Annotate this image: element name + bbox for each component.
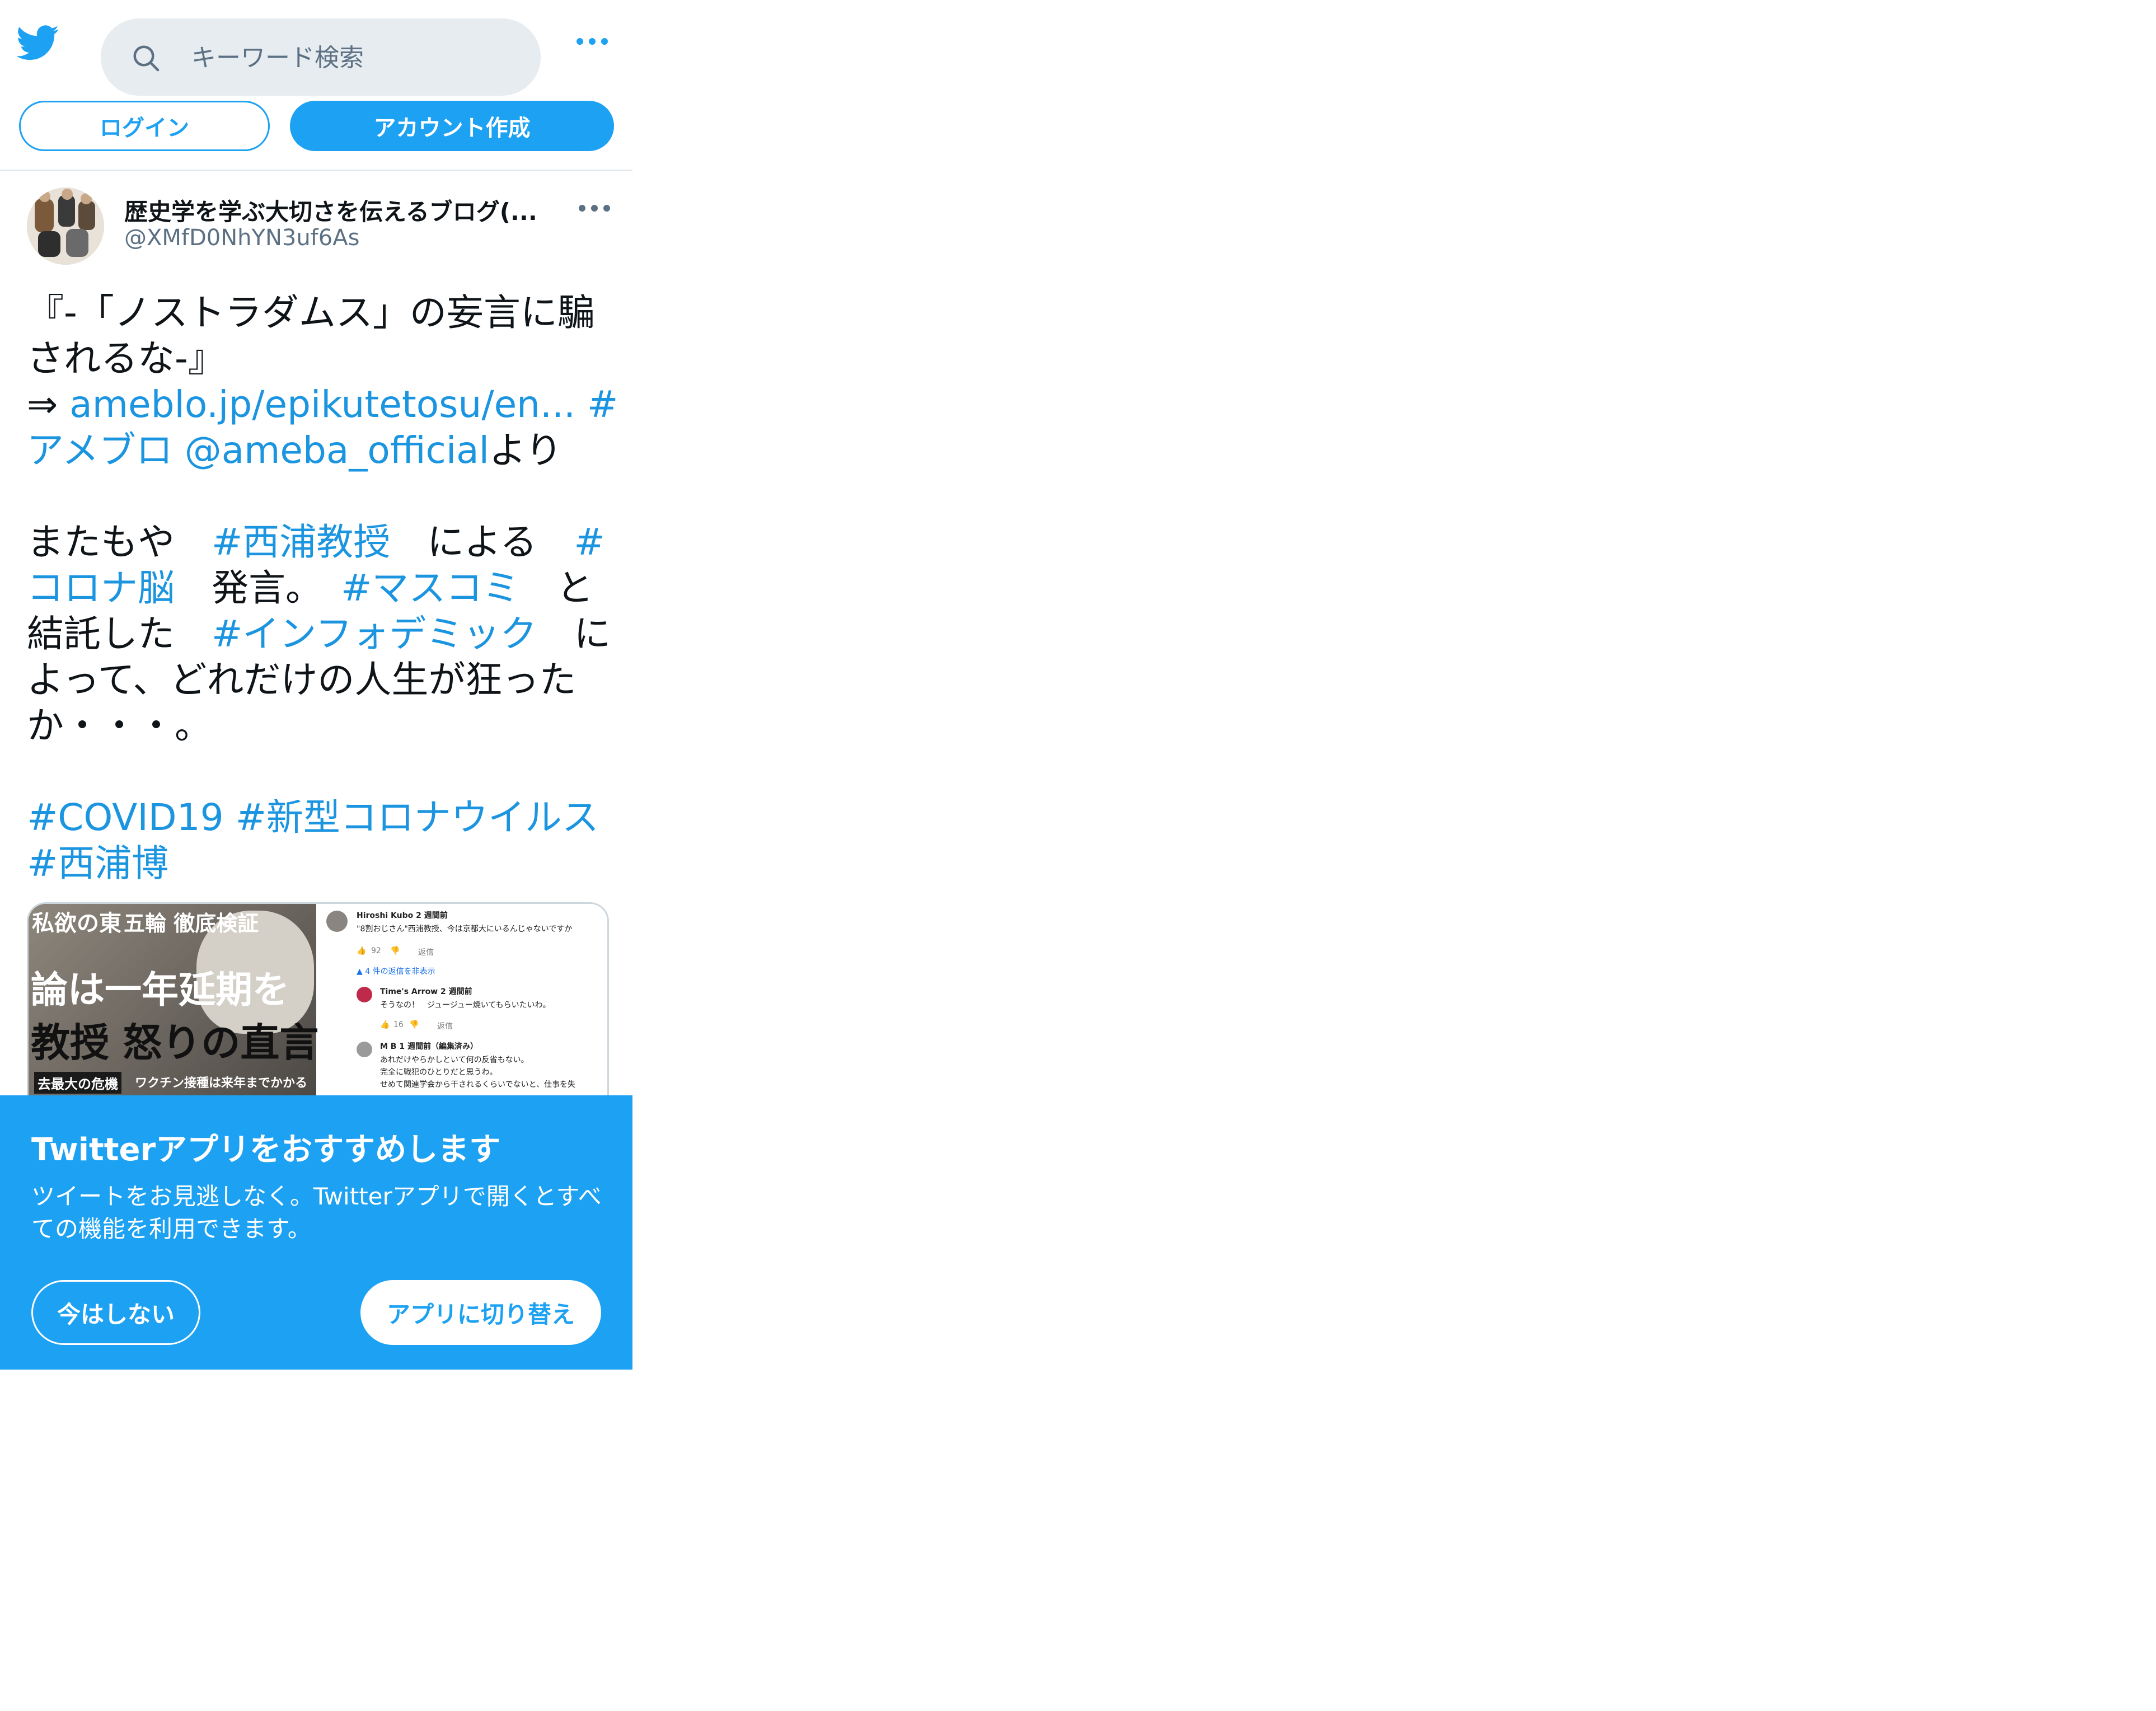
comment-text: "8割おじさん"西浦教授、今は京都大にいるんじゃないですか — [357, 925, 573, 934]
magazine-headline-1: 論は一年延期を — [31, 968, 289, 1011]
tweet-media[interactable]: 私欲の東 五輪 徹底検証 論は一年延期を 教授 怒りの直言 去最大の危機 ワクチ… — [27, 902, 609, 1097]
header-divider — [0, 170, 632, 171]
like-count: 16 — [393, 1020, 404, 1029]
hashtag-infodemic[interactable]: #インフォデミック — [212, 612, 537, 655]
tweet-text-yori: より — [489, 429, 563, 472]
comment-author: Time's Arrow 2 週間前 — [380, 987, 472, 996]
search-icon — [133, 45, 160, 72]
author-name[interactable]: 歴史学を学ぶ大切さを伝えるブログ(... — [124, 193, 537, 227]
hashtag-masukomi[interactable]: #マスコミ — [341, 566, 519, 610]
author-handle[interactable]: @XMfD0NhYN3uf6As — [124, 225, 359, 251]
like-icon: 👍 — [380, 1020, 390, 1029]
hashtag-nishiura-kyoju[interactable]: #西浦教授 — [212, 521, 390, 564]
app-promo-description: ツイートをお見逃しなく。Twitterアプリで開くとすべての機能を利用できます。 — [31, 1183, 602, 1243]
tweet-text-fragment: による — [390, 521, 574, 564]
like-icon: 👍 — [357, 946, 367, 955]
comment-avatar — [357, 987, 372, 1002]
twitter-bird-icon[interactable] — [17, 21, 59, 64]
signup-button[interactable]: アカウント作成 — [290, 101, 614, 151]
comment-text: せめて関連学会から干されるくらいでないと、仕事を失 — [380, 1080, 576, 1089]
app-promo-banner: Twitterアプリをおすすめします ツイートをお見逃しなく。Twitterアプ… — [0, 1095, 632, 1370]
magazine-kicker: 五輪 徹底検証 — [124, 911, 259, 936]
search-input[interactable] — [190, 35, 517, 80]
more-menu-icon[interactable] — [577, 35, 610, 48]
tweet-text-fragment: またもや — [27, 521, 212, 564]
login-button[interactable]: ログイン — [19, 101, 270, 151]
comment-text: 完全に戦犯のひとりだと思うわ。 — [380, 1068, 498, 1077]
magazine-photo[interactable]: 私欲の東 五輪 徹底検証 論は一年延期を 教授 怒りの直言 去最大の危機 ワクチ… — [29, 904, 319, 1097]
twitter-mobile-panel: ログイン アカウント作成 歴史学を学ぶ大切さを伝えるブログ(... @XMfD0… — [0, 0, 632, 1711]
dislike-icon: 👎 — [409, 1020, 419, 1029]
comment-avatar — [326, 911, 348, 932]
avatar[interactable] — [27, 187, 104, 265]
comment-author: Hiroshi Kubo 2 週間前 — [357, 911, 448, 920]
switch-to-app-button[interactable]: アプリに切り替え — [360, 1280, 601, 1345]
hashtag-covid19[interactable]: #COVID19 — [27, 796, 224, 839]
app-promo-title: Twitterアプリをおすすめします — [31, 1132, 501, 1168]
magazine-headline-2: 教授 怒りの直言 — [31, 1020, 319, 1066]
comment-author: M B 1 週間前（編集済み） — [380, 1042, 478, 1051]
like-count: 92 — [371, 946, 381, 955]
magazine-corner: 私欲の東 — [32, 911, 121, 936]
dislike-icon: 👎 — [390, 946, 400, 955]
tweet-text-fragment: 発言。 — [175, 566, 341, 610]
tweet-more-icon[interactable] — [579, 201, 612, 215]
mention-ameba-official[interactable]: @ameba_official — [185, 429, 489, 472]
not-now-button[interactable]: 今はしない — [31, 1280, 200, 1345]
hashtag-nishiura-hiroshi[interactable]: #西浦博 — [27, 842, 168, 885]
arrow-text: ⇒ — [27, 383, 70, 426]
magazine-banner: 去最大の危機 — [34, 1072, 121, 1094]
comment-text: そうなの！ ジュージュー焼いてもらいたいわ。 — [380, 1001, 551, 1010]
search-box[interactable] — [101, 18, 541, 96]
reply-link: 返信 — [437, 1022, 453, 1031]
reply-link: 返信 — [418, 948, 434, 957]
comment-text: あれだけやらかしといて何の反省もない。 — [380, 1056, 529, 1065]
tweet-text: 『-「ノストラダムス」の妄言に騙されるな-』 ⇒ ameblo.jp/epiku… — [27, 290, 620, 887]
replies-toggle: ▲ 4 件の返信を非表示 — [357, 967, 435, 976]
magazine-sub: ワクチン接種は来年までかかる — [135, 1076, 308, 1090]
comment-screenshot[interactable]: Hiroshi Kubo 2 週間前 "8割おじさん"西浦教授、今は京都大にいる… — [320, 904, 607, 1097]
tweet-line: 『-「ノストラダムス」の妄言に騙されるな-』 — [27, 291, 594, 380]
hashtag-shingata-corona[interactable]: #新型コロナウイルス — [236, 796, 599, 839]
comment-avatar — [357, 1042, 372, 1057]
article-link[interactable]: ameblo.jp/epikutetosu/en... — [69, 383, 575, 426]
